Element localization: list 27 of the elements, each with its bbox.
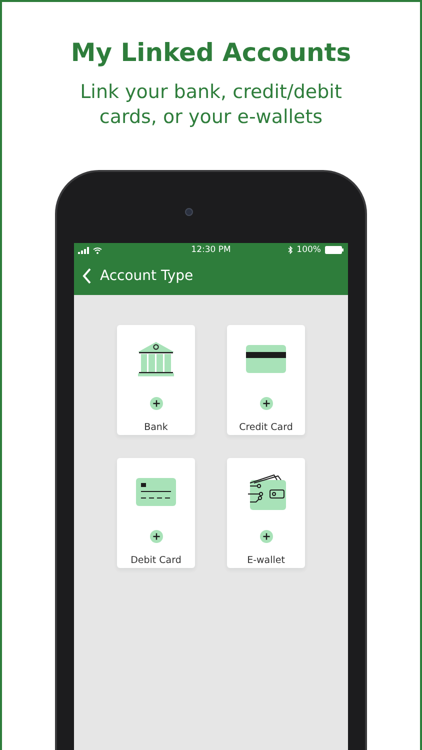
card-label: Debit Card: [130, 554, 182, 568]
signal-icon: [78, 246, 89, 254]
wallet-icon: [246, 474, 286, 510]
plus-icon: [260, 396, 272, 410]
account-type-card[interactable]: Credit Card: [227, 325, 305, 435]
plus-icon: [260, 530, 272, 543]
plus-icon: [150, 530, 162, 543]
bluetooth-icon: [288, 246, 293, 254]
card-label: E-wallet: [247, 554, 285, 568]
battery-icon: [324, 246, 344, 254]
headline: My Linked Accounts: [70, 38, 352, 68]
camera-lens: [185, 208, 193, 216]
account-type-card[interactable]: Debit Card: [117, 458, 195, 568]
account-type-card[interactable]: Bank: [117, 325, 195, 435]
wifi-icon: [93, 246, 102, 254]
screen-title: Account Type: [100, 266, 194, 286]
credit-card-icon: [246, 344, 286, 373]
debit-card-icon: [136, 478, 176, 506]
card-label: Bank: [144, 420, 168, 435]
plus-icon: [150, 396, 162, 410]
bank-icon: [136, 340, 176, 378]
subtitle: Link your bank, credit/debit cards, or your e-wallets: [79, 80, 343, 130]
card-label: Credit Card: [239, 420, 293, 435]
battery-percent: 100%: [296, 244, 321, 256]
back-icon[interactable]: [82, 268, 92, 284]
account-type-card[interactable]: E-wallet: [227, 458, 305, 568]
status-time: 12:30 PM: [191, 244, 231, 256]
